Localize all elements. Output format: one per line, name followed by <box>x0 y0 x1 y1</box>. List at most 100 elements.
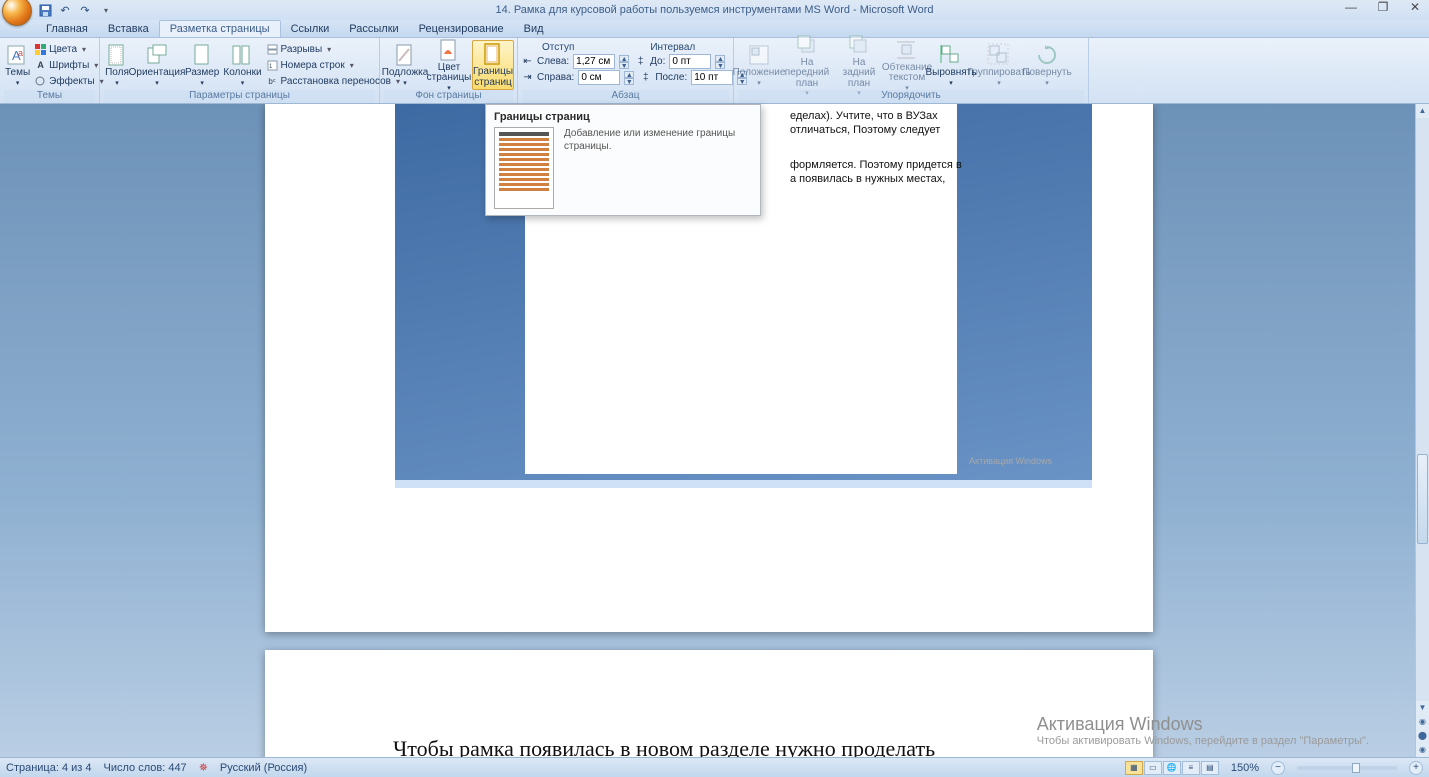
watermark-icon <box>393 43 417 67</box>
indent-right-icon: ⇥ <box>522 72 533 83</box>
tab-insert[interactable]: Вставка <box>98 21 159 37</box>
view-full-screen[interactable]: ▭ <box>1144 761 1162 775</box>
status-page[interactable]: Страница: 4 из 4 <box>6 762 92 774</box>
themes-icon: Aa <box>6 43 30 67</box>
bring-front-button[interactable]: На передний план▾ <box>782 40 832 90</box>
group-themes-label: Темы <box>4 90 95 103</box>
position-button[interactable]: Положение▾ <box>738 40 780 90</box>
text-wrap-icon <box>895 38 919 62</box>
maximize-button[interactable]: ❐ <box>1373 0 1393 14</box>
columns-button[interactable]: Колонки▾ <box>222 40 262 90</box>
tab-references[interactable]: Ссылки <box>281 21 340 37</box>
zoom-out-button[interactable]: − <box>1271 761 1285 775</box>
save-icon[interactable] <box>36 1 54 19</box>
send-back-button[interactable]: На задний план▾ <box>834 40 884 90</box>
group-button[interactable]: Группировать▾ <box>974 40 1024 90</box>
page-color-icon <box>437 38 461 62</box>
tab-mailings[interactable]: Рассылки <box>339 21 408 37</box>
group-page-setup-label: Параметры страницы <box>104 90 375 103</box>
prev-page-button[interactable]: ◉ <box>1416 715 1429 729</box>
close-button[interactable]: ✕ <box>1405 0 1425 14</box>
spacing-before-icon: ‡ <box>635 56 646 67</box>
vertical-scrollbar[interactable]: ▲ ▼ ◉ ⬤ ◉ <box>1415 104 1429 757</box>
page-borders-button[interactable]: Границы страниц <box>472 40 514 90</box>
view-draft[interactable]: ▤ <box>1201 761 1219 775</box>
size-icon <box>190 43 214 67</box>
embedded-watermark: Активация Windows <box>969 456 1052 466</box>
tab-view[interactable]: Вид <box>514 21 554 37</box>
indent-title: Отступ <box>542 42 574 53</box>
tab-review[interactable]: Рецензирование <box>409 21 514 37</box>
group-paragraph: Отступ Интервал ⇤ Слева: ▲▼ ‡ До: ▲▼ <box>518 38 734 103</box>
indent-left-spinner[interactable]: ▲▼ <box>619 55 629 69</box>
orientation-icon <box>145 43 169 67</box>
undo-icon[interactable]: ↶ <box>56 1 74 19</box>
next-page-button[interactable]: ◉ <box>1416 743 1429 757</box>
view-print-layout[interactable]: ▦ <box>1125 761 1143 775</box>
spacing-after-icon: ‡ <box>640 72 651 83</box>
orientation-button[interactable]: Ориентация▾ <box>132 40 182 90</box>
quick-access-toolbar: ↶ ↷ <box>36 1 114 19</box>
theme-effects[interactable]: Эффекты <box>33 74 105 89</box>
columns-icon <box>230 43 254 67</box>
position-icon <box>747 43 771 67</box>
indent-left-input[interactable] <box>573 54 615 69</box>
zoom-slider-thumb[interactable] <box>1352 763 1360 773</box>
proofing-icon[interactable]: ✵ <box>199 761 208 774</box>
size-button[interactable]: Размер▾ <box>184 40 220 90</box>
group-arrange: Положение▾ На передний план▾ На задний п… <box>734 38 1089 103</box>
spacing-after: ‡ После: ▲▼ <box>640 70 747 85</box>
view-outline[interactable]: ≡ <box>1182 761 1200 775</box>
page-borders-tooltip: Границы страниц Добавление или изменение… <box>485 104 761 216</box>
scroll-up-button[interactable]: ▲ <box>1416 104 1429 118</box>
zoom-slider[interactable] <box>1297 766 1397 770</box>
tab-page-layout[interactable]: Разметка страницы <box>159 20 281 37</box>
page-borders-icon <box>481 42 505 66</box>
watermark-button[interactable]: Подложка▾ <box>384 40 426 90</box>
page-2-paragraph: Чтобы рамка появилась в новом разделе ну… <box>393 735 1033 757</box>
group-page-setup: Поля▾ Ориентация▾ Размер▾ Колонки▾ Разры… <box>100 38 380 103</box>
align-button[interactable]: Выровнять▾ <box>930 40 972 90</box>
theme-colors[interactable]: Цвета <box>33 42 105 57</box>
page-2: Чтобы рамка появилась в новом разделе ну… <box>265 650 1153 757</box>
theme-fonts[interactable]: AШрифты <box>33 58 105 73</box>
scroll-down-button[interactable]: ▼ <box>1416 701 1429 715</box>
rotate-button[interactable]: Повернуть▾ <box>1026 40 1068 90</box>
indent-left: ⇤ Слева: ▲▼ <box>522 54 629 69</box>
text-wrap-button[interactable]: Обтекание текстом▾ <box>886 40 928 90</box>
spacing-after-input[interactable] <box>691 70 733 85</box>
status-words[interactable]: Число слов: 447 <box>104 762 187 774</box>
themes-button[interactable]: Aa Темы▾ <box>4 40 31 90</box>
redo-icon[interactable]: ↷ <box>76 1 94 19</box>
page-color-button[interactable]: Цвет страницы▾ <box>428 40 470 90</box>
spacing-before-spinner[interactable]: ▲▼ <box>715 55 725 69</box>
indent-left-icon: ⇤ <box>522 56 533 67</box>
spacing-before-input[interactable] <box>669 54 711 69</box>
view-web[interactable]: 🌐 <box>1163 761 1181 775</box>
zoom-in-button[interactable]: + <box>1409 761 1423 775</box>
ribbon-tabs: Главная Вставка Разметка страницы Ссылки… <box>0 20 1429 38</box>
activation-watermark: Активация Windows Чтобы активировать Win… <box>1037 714 1369 747</box>
margins-button[interactable]: Поля▾ <box>104 40 130 90</box>
browse-object-button[interactable]: ⬤ <box>1416 729 1429 743</box>
qat-menu[interactable] <box>96 1 114 19</box>
group-page-bg-label: Фон страницы <box>384 90 513 103</box>
svg-text:a: a <box>18 48 23 58</box>
zoom-level[interactable]: 150% <box>1231 762 1259 774</box>
view-buttons: ▦ ▭ 🌐 ≡ ▤ <box>1125 761 1219 775</box>
rotate-icon <box>1035 43 1059 67</box>
scroll-thumb[interactable] <box>1417 454 1428 544</box>
minimize-button[interactable]: — <box>1341 0 1361 14</box>
indent-right-input[interactable] <box>578 70 620 85</box>
ribbon: Aa Темы▾ Цвета AШрифты Эффекты Темы Поля… <box>0 38 1429 104</box>
group-paragraph-label: Абзац <box>522 90 729 103</box>
tooltip-thumbnail <box>494 127 554 209</box>
indent-right: ⇥ Справа: ▲▼ <box>522 70 634 85</box>
group-icon <box>987 43 1011 67</box>
spacing-before: ‡ До: ▲▼ <box>635 54 725 69</box>
status-language[interactable]: Русский (Россия) <box>220 762 307 774</box>
bring-front-icon <box>795 33 819 57</box>
tooltip-title: Границы страниц <box>494 111 752 123</box>
indent-right-spinner[interactable]: ▲▼ <box>624 71 634 85</box>
tab-home[interactable]: Главная <box>36 21 98 37</box>
